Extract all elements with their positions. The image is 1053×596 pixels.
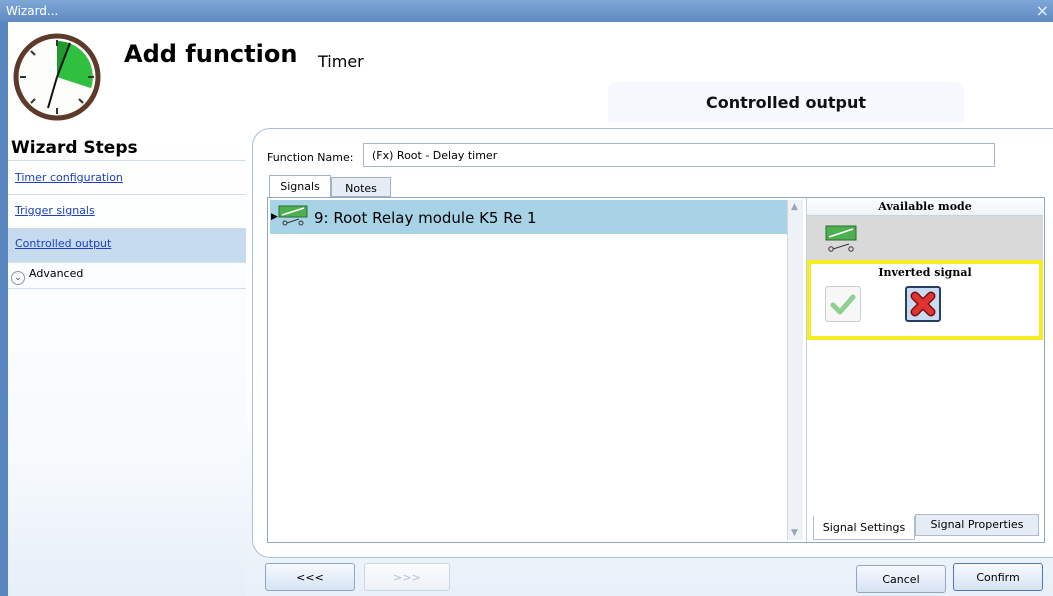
wizard-step-controlled-output[interactable]: Controlled output [15,237,111,250]
function-name-label: Function Name: [267,151,354,164]
wizard-steps-sidebar: Wizard Steps Timer configuration Trigger… [8,128,246,596]
scroll-down-icon[interactable]: ▼ [791,528,798,538]
signal-list-scrollbar[interactable]: ▲ ▼ [787,200,803,540]
advanced-label: Advanced [29,267,84,280]
window-left-edge [0,22,8,596]
close-icon[interactable]: × [1036,1,1049,20]
window-title: Wizard... [6,4,59,18]
red-cross-icon [910,291,936,317]
tab-signal-properties[interactable]: Signal Properties [915,514,1039,536]
inverted-signal-heading: Inverted signal [878,266,972,279]
signal-label: 9: Root Relay module K5 Re 1 [314,209,537,227]
content-area: Function Name: Signals Notes ▶ 9: Root R… [252,128,1053,596]
inverted-signal-box: Inverted signal [807,260,1043,340]
next-button[interactable]: >>> [364,563,450,591]
available-mode-area [807,216,1043,260]
divider [8,288,246,289]
scroll-up-icon[interactable]: ▲ [791,202,798,212]
tab-signals[interactable]: Signals [269,175,331,197]
signal-list-item[interactable]: ▶ 9: Root Relay module K5 Re 1 [270,200,787,234]
page-title: Add function [124,40,298,68]
confirm-button[interactable]: Confirm [953,563,1043,591]
divider [8,194,246,195]
current-step-banner: Controlled output [608,82,964,122]
wizard-steps-heading: Wizard Steps [11,138,138,158]
signal-settings-pane: Available mode Inverted signal Signal Se… [806,198,1044,542]
wizard-step-timer-configuration[interactable]: Timer configuration [15,171,123,184]
divider [8,160,246,161]
checkmark-icon [830,294,856,315]
cancel-button[interactable]: Cancel [856,565,946,593]
row-pointer-icon: ▶ [271,212,278,222]
page-subtitle: Timer [318,52,364,71]
advanced-expander[interactable]: ⌄ Advanced [11,267,83,285]
window-titlebar: Wizard... × [0,0,1053,22]
signal-list: ▶ 9: Root Relay module K5 Re 1 [270,200,787,540]
timer-clock-icon [13,33,101,121]
wizard-step-trigger-signals[interactable]: Trigger signals [15,204,95,217]
relay-icon [278,205,308,226]
inverted-no-button[interactable] [905,286,941,322]
back-button[interactable]: <<< [265,563,355,591]
tab-notes[interactable]: Notes [331,177,391,197]
relay-mode-button[interactable] [823,222,859,256]
inverted-yes-button[interactable] [825,286,861,322]
chevron-down-icon: ⌄ [11,271,25,285]
content-panel: Function Name: Signals Notes ▶ 9: Root R… [252,128,1053,558]
tab-signal-settings[interactable]: Signal Settings [813,516,915,540]
function-name-input[interactable] [363,143,995,167]
signals-panel: ▶ 9: Root Relay module K5 Re 1 ▲ ▼ Avail… [267,197,1045,543]
divider [8,262,246,263]
available-mode-heading: Available mode [807,198,1043,216]
